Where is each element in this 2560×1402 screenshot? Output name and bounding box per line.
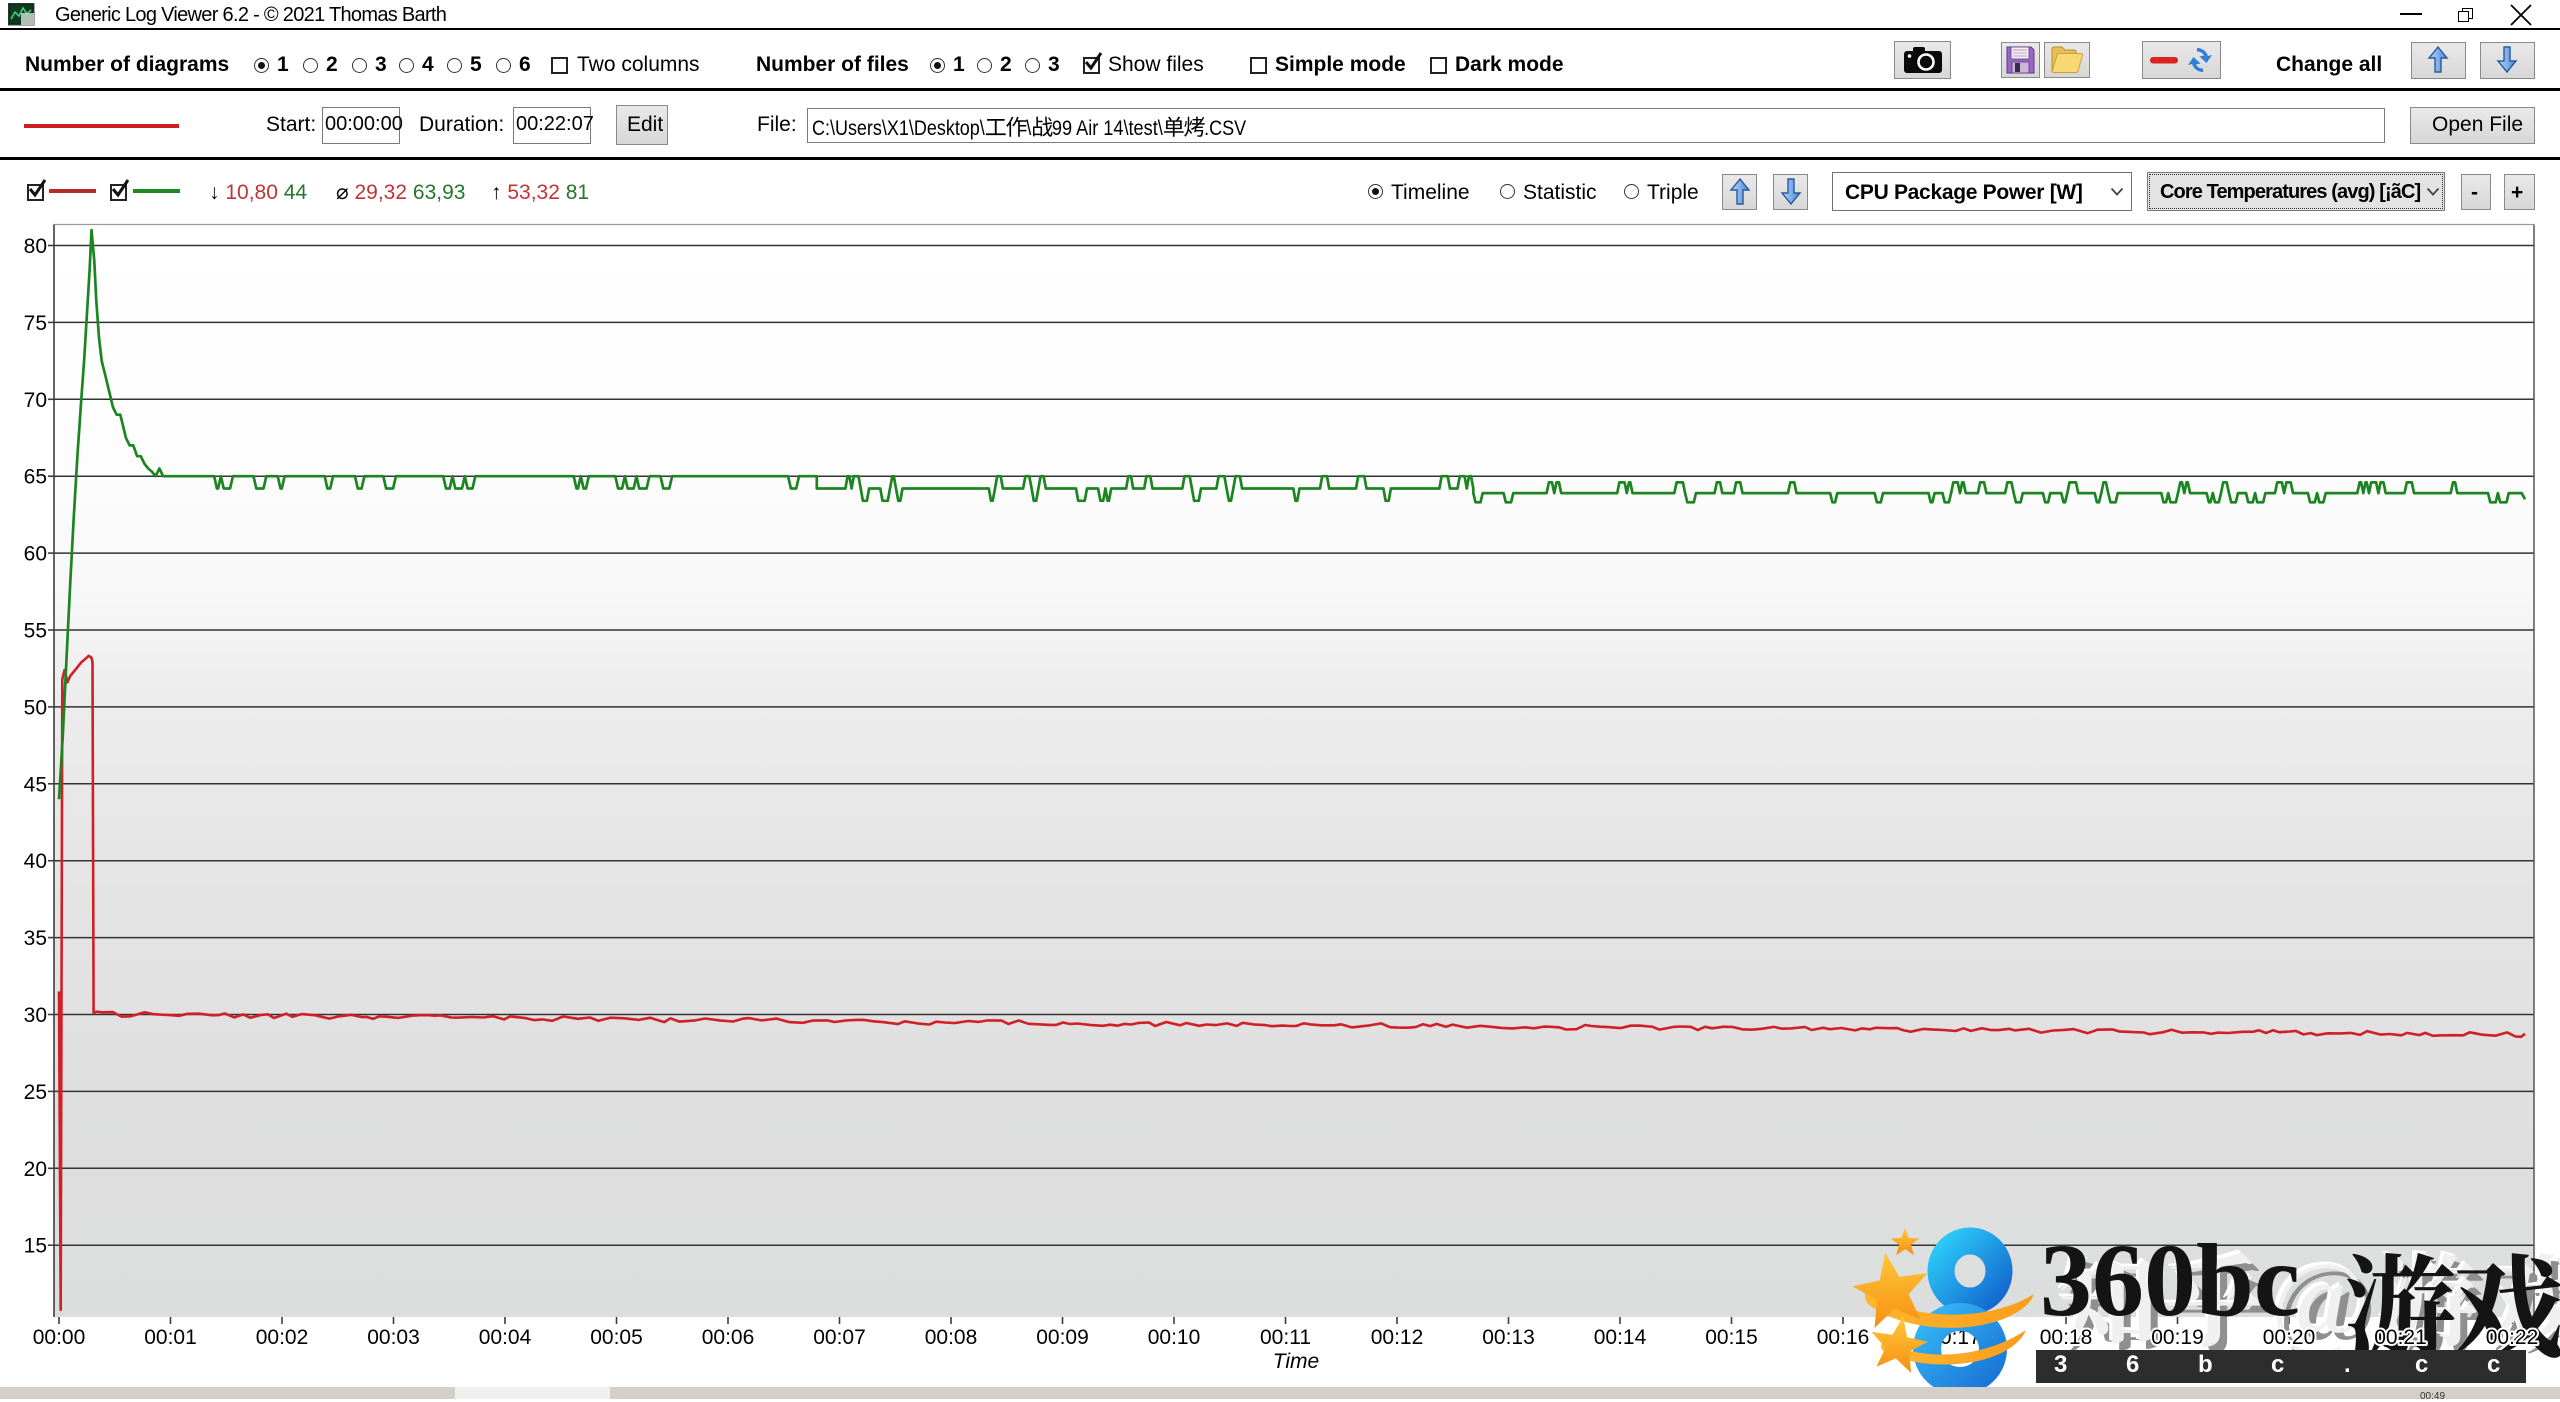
svg-text:00:05: 00:05 — [590, 1326, 643, 1349]
svg-text:00:12: 00:12 — [1371, 1326, 1424, 1349]
svg-text:00:15: 00:15 — [1705, 1326, 1758, 1349]
svg-text:00:21: 00:21 — [2374, 1326, 2427, 1349]
svg-text:00:09: 00:09 — [1036, 1326, 1089, 1349]
svg-text:00:20: 00:20 — [2263, 1326, 2316, 1349]
svg-text:00:19: 00:19 — [2151, 1326, 2204, 1349]
svg-text:00:07: 00:07 — [813, 1326, 866, 1349]
svg-text:00:04: 00:04 — [479, 1326, 532, 1349]
svg-text:00:13: 00:13 — [1482, 1326, 1535, 1349]
svg-text:00:22: 00:22 — [2486, 1326, 2539, 1349]
svg-text:00:14: 00:14 — [1594, 1326, 1647, 1349]
svg-text:00:08: 00:08 — [925, 1326, 978, 1349]
svg-text:00:11: 00:11 — [1260, 1326, 1311, 1349]
svg-text:Time: Time — [1273, 1350, 1319, 1373]
svg-text:00:00: 00:00 — [33, 1326, 86, 1349]
svg-text:00:18: 00:18 — [2040, 1326, 2093, 1349]
svg-text:00:02: 00:02 — [256, 1326, 309, 1349]
svg-text:00:03: 00:03 — [367, 1326, 420, 1349]
svg-text:00:10: 00:10 — [1148, 1326, 1201, 1349]
svg-text:00:01: 00:01 — [144, 1326, 197, 1349]
svg-text:00:06: 00:06 — [702, 1326, 755, 1349]
